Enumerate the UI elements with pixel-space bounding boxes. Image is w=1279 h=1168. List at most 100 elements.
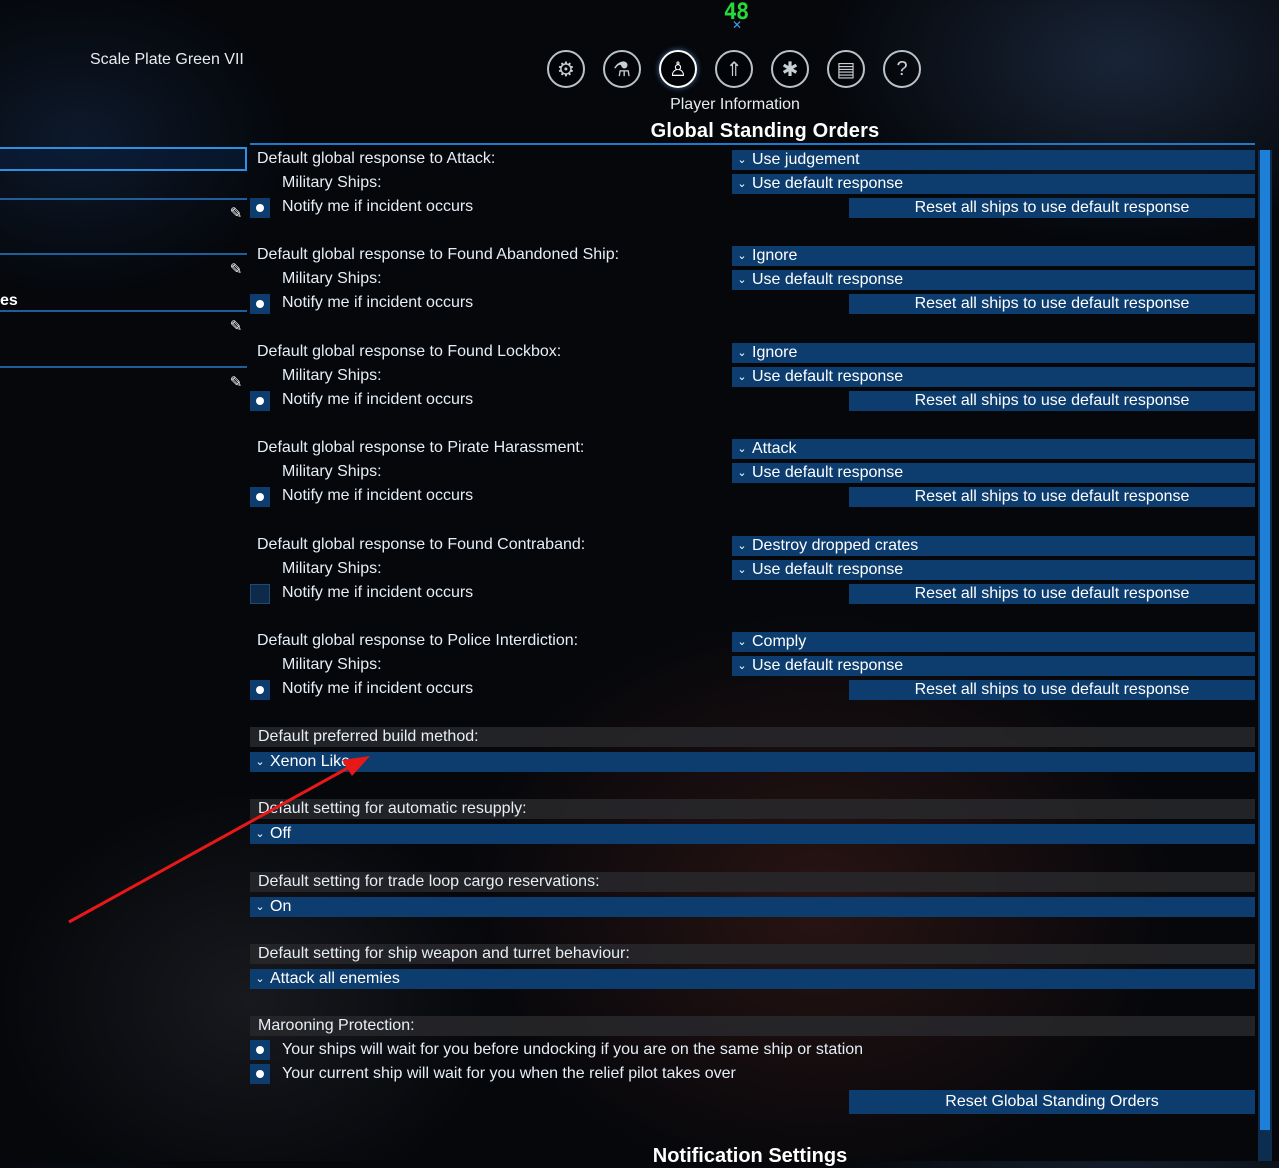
response-label: Default global response to Police Interd… bbox=[257, 632, 579, 649]
military-response-dropdown[interactable]: ⌄ Use default response bbox=[732, 656, 1255, 676]
marooning-label: Marooning Protection: bbox=[250, 1016, 1255, 1036]
chevron-down-icon: ⌄ bbox=[737, 443, 747, 455]
ship-name: Scale Plate Green VII bbox=[90, 51, 244, 68]
military-ships-label: Military Ships: bbox=[282, 367, 382, 384]
pencil-icon[interactable]: ✎ bbox=[228, 375, 244, 391]
pencil-icon[interactable]: ✎ bbox=[228, 262, 244, 278]
reset-ships-button[interactable]: Reset all ships to use default response bbox=[849, 198, 1255, 218]
response-dropdown[interactable]: ⌄ Use judgement bbox=[732, 150, 1255, 170]
chevron-down-icon: ⌄ bbox=[737, 154, 747, 166]
title-divider bbox=[250, 143, 1255, 145]
response-dropdown-value: Use judgement bbox=[752, 151, 860, 168]
chevron-down-icon: ⌄ bbox=[737, 347, 747, 359]
reset-ships-button[interactable]: Reset all ships to use default response bbox=[849, 487, 1255, 507]
setting-label: Default setting for trade loop cargo res… bbox=[250, 872, 1255, 892]
marooning-relief-checkbox[interactable] bbox=[250, 1064, 270, 1084]
chevron-down-icon: ⌄ bbox=[255, 973, 265, 985]
response-label: Default global response to Found Contrab… bbox=[257, 536, 586, 553]
reset-ships-button[interactable]: Reset all ships to use default response bbox=[849, 294, 1255, 314]
chevron-down-icon: ⌄ bbox=[255, 901, 265, 913]
chevron-down-icon: ⌄ bbox=[737, 564, 747, 576]
flask-icon[interactable]: ⚗ bbox=[603, 50, 641, 88]
scrollbar-thumb[interactable] bbox=[1260, 150, 1270, 1130]
notify-label: Notify me if incident occurs bbox=[282, 584, 474, 601]
response-dropdown[interactable]: ⌄ Ignore bbox=[732, 343, 1255, 363]
military-dropdown-value: Use default response bbox=[752, 368, 904, 385]
response-dropdown-value: Ignore bbox=[752, 344, 798, 361]
chevron-down-icon: ⌄ bbox=[737, 250, 747, 262]
checkbox-check-icon bbox=[256, 1070, 264, 1078]
military-dropdown-value: Use default response bbox=[752, 561, 904, 578]
chevron-down-icon: ⌄ bbox=[737, 636, 747, 648]
left-panel-selected-row[interactable] bbox=[0, 147, 247, 171]
setting-label: Default preferred build method: bbox=[250, 727, 1255, 747]
notify-checkbox[interactable] bbox=[250, 391, 270, 411]
left-panel-divider bbox=[0, 310, 247, 312]
checkbox-check-icon bbox=[256, 204, 264, 212]
military-response-dropdown[interactable]: ⌄ Use default response bbox=[732, 174, 1255, 194]
checkbox-check-icon bbox=[256, 686, 264, 694]
setting-dropdown[interactable]: ⌄ On bbox=[250, 897, 1255, 917]
military-dropdown-value: Use default response bbox=[752, 271, 904, 288]
military-ships-label: Military Ships: bbox=[282, 270, 382, 287]
response-label: Default global response to Found Lockbox… bbox=[257, 343, 562, 360]
notify-checkbox[interactable] bbox=[250, 584, 270, 604]
setting-dropdown[interactable]: ⌄ Attack all enemies bbox=[250, 969, 1255, 989]
map-icon[interactable]: ✱ bbox=[771, 50, 809, 88]
chevron-down-icon: ⌄ bbox=[737, 371, 747, 383]
military-response-dropdown[interactable]: ⌄ Use default response bbox=[732, 270, 1255, 290]
help-icon[interactable]: ? bbox=[883, 50, 921, 88]
notify-checkbox[interactable] bbox=[250, 680, 270, 700]
setting-label: Default setting for ship weapon and turr… bbox=[250, 944, 1255, 964]
military-dropdown-value: Use default response bbox=[752, 175, 904, 192]
left-panel-divider bbox=[0, 366, 247, 368]
response-dropdown-value: Destroy dropped crates bbox=[752, 537, 919, 554]
military-ships-label: Military Ships: bbox=[282, 463, 382, 480]
setting-label: Default setting for automatic resupply: bbox=[250, 799, 1255, 819]
notify-checkbox[interactable] bbox=[250, 294, 270, 314]
page-title: Global Standing Orders bbox=[650, 120, 880, 142]
military-dropdown-value: Use default response bbox=[752, 657, 904, 674]
setting-dropdown[interactable]: ⌄ Xenon Like bbox=[250, 752, 1255, 772]
gear-icon[interactable]: ⚙ bbox=[547, 50, 585, 88]
response-dropdown[interactable]: ⌄ Destroy dropped crates bbox=[732, 536, 1255, 556]
chevron-down-icon: ⌄ bbox=[737, 274, 747, 286]
reset-ships-button[interactable]: Reset all ships to use default response bbox=[849, 680, 1255, 700]
pencil-icon[interactable]: ✎ bbox=[228, 319, 244, 335]
book-icon[interactable]: ▤ bbox=[827, 50, 865, 88]
person-icon[interactable]: ♙ bbox=[659, 50, 697, 88]
response-label: Default global response to Attack: bbox=[257, 150, 496, 167]
response-dropdown[interactable]: ⌄ Attack bbox=[732, 439, 1255, 459]
chevron-down-icon: ⌄ bbox=[737, 178, 747, 190]
notification-settings-title: Notification Settings bbox=[652, 1145, 848, 1167]
rocket-icon[interactable]: ⇑ bbox=[715, 50, 753, 88]
checkbox-check-icon bbox=[256, 397, 264, 405]
chevron-down-icon: ⌄ bbox=[737, 660, 747, 672]
reset-global-standing-orders-button[interactable]: Reset Global Standing Orders bbox=[849, 1090, 1255, 1114]
menu-subtitle: Player Information bbox=[670, 96, 800, 113]
chevron-down-icon: ⌄ bbox=[737, 540, 747, 552]
checkbox-check-icon bbox=[256, 300, 264, 308]
military-response-dropdown[interactable]: ⌄ Use default response bbox=[732, 367, 1255, 387]
response-dropdown-value: Comply bbox=[752, 633, 807, 650]
military-ships-label: Military Ships: bbox=[282, 174, 382, 191]
response-dropdown[interactable]: ⌄ Ignore bbox=[732, 246, 1255, 266]
notify-checkbox[interactable] bbox=[250, 487, 270, 507]
notify-label: Notify me if incident occurs bbox=[282, 294, 474, 311]
marooning-undock-checkbox[interactable] bbox=[250, 1040, 270, 1060]
setting-dropdown[interactable]: ⌄ Off bbox=[250, 824, 1255, 844]
pencil-icon[interactable]: ✎ bbox=[228, 206, 244, 222]
notify-checkbox[interactable] bbox=[250, 198, 270, 218]
military-ships-label: Military Ships: bbox=[282, 560, 382, 577]
reset-ships-button[interactable]: Reset all ships to use default response bbox=[849, 391, 1255, 411]
military-response-dropdown[interactable]: ⌄ Use default response bbox=[732, 560, 1255, 580]
reset-ships-button[interactable]: Reset all ships to use default response bbox=[849, 584, 1255, 604]
response-dropdown[interactable]: ⌄ Comply bbox=[732, 632, 1255, 652]
response-label: Default global response to Pirate Harass… bbox=[257, 439, 585, 456]
chevron-down-icon: ⌄ bbox=[255, 828, 265, 840]
military-ships-label: Military Ships: bbox=[282, 656, 382, 673]
notify-label: Notify me if incident occurs bbox=[282, 198, 474, 215]
military-dropdown-value: Use default response bbox=[752, 464, 904, 481]
military-response-dropdown[interactable]: ⌄ Use default response bbox=[732, 463, 1255, 483]
chevron-down-icon: ⌄ bbox=[255, 756, 265, 768]
